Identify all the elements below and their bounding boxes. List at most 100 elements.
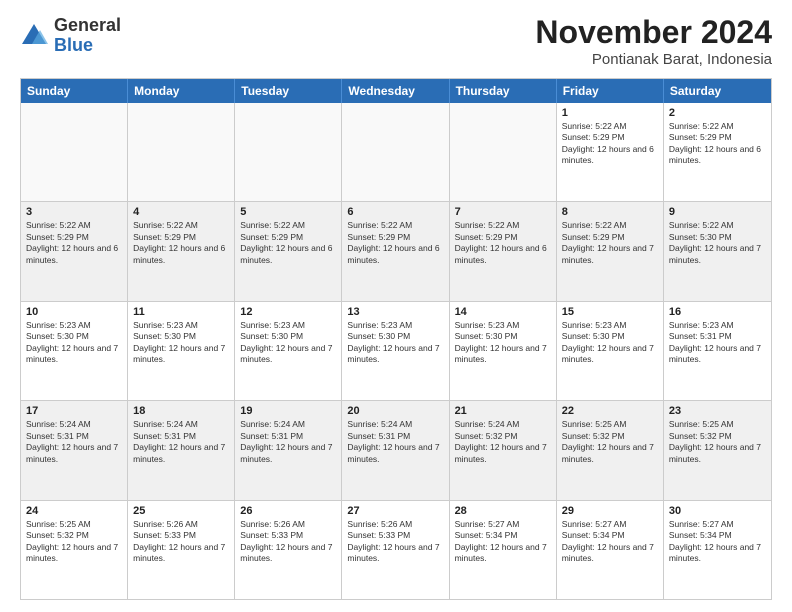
day-number: 22 xyxy=(562,405,658,417)
day-cell-19: 19 Sunrise: 5:24 AM Sunset: 5:31 PM Dayli… xyxy=(235,401,342,499)
day-cell-18: 18 Sunrise: 5:24 AM Sunset: 5:31 PM Dayli… xyxy=(128,401,235,499)
header-day-saturday: Saturday xyxy=(664,79,771,103)
day-info: Sunrise: 5:23 AM Sunset: 5:30 PM Dayligh… xyxy=(562,320,658,366)
day-number: 29 xyxy=(562,505,658,517)
day-number: 25 xyxy=(133,505,229,517)
day-info: Sunrise: 5:22 AM Sunset: 5:29 PM Dayligh… xyxy=(347,220,443,266)
day-info: Sunrise: 5:23 AM Sunset: 5:30 PM Dayligh… xyxy=(133,320,229,366)
day-cell-17: 17Sunrise: 5:24 AM Sunset: 5:31 PM Dayli… xyxy=(21,401,128,499)
day-info: Sunrise: 5:27 AM Sunset: 5:34 PM Dayligh… xyxy=(562,519,658,565)
calendar-row-1: 3 Sunrise: 5:22 AM Sunset: 5:29 PM Daylig… xyxy=(21,201,771,300)
day-cell-16: 16Sunrise: 5:23 AM Sunset: 5:31 PM Dayli… xyxy=(664,302,771,400)
day-number: 28 xyxy=(455,505,551,517)
day-number: 21 xyxy=(455,405,551,417)
month-title: November 2024 xyxy=(535,16,772,48)
day-cell-8: 8 Sunrise: 5:22 AM Sunset: 5:29 PM Daylig… xyxy=(557,202,664,300)
day-number: 2 xyxy=(669,107,766,119)
day-number: 19 xyxy=(240,405,336,417)
day-number: 11 xyxy=(133,306,229,318)
calendar-row-3: 17Sunrise: 5:24 AM Sunset: 5:31 PM Dayli… xyxy=(21,400,771,499)
day-info: Sunrise: 5:25 AM Sunset: 5:32 PM Dayligh… xyxy=(562,419,658,465)
day-info: Sunrise: 5:24 AM Sunset: 5:31 PM Dayligh… xyxy=(133,419,229,465)
day-number: 8 xyxy=(562,206,658,218)
day-cell-11: 11 Sunrise: 5:23 AM Sunset: 5:30 PM Dayli… xyxy=(128,302,235,400)
day-number: 27 xyxy=(347,505,443,517)
day-cell-26: 26 Sunrise: 5:26 AM Sunset: 5:33 PM Dayli… xyxy=(235,501,342,599)
header-day-monday: Monday xyxy=(128,79,235,103)
day-info: Sunrise: 5:23 AM Sunset: 5:30 PM Dayligh… xyxy=(455,320,551,366)
day-number: 4 xyxy=(133,206,229,218)
day-info: Sunrise: 5:25 AM Sunset: 5:32 PM Dayligh… xyxy=(26,519,122,565)
logo-icon xyxy=(20,22,48,50)
day-cell-14: 14 Sunrise: 5:23 AM Sunset: 5:30 PM Dayli… xyxy=(450,302,557,400)
day-number: 9 xyxy=(669,206,766,218)
day-info: Sunrise: 5:24 AM Sunset: 5:31 PM Dayligh… xyxy=(240,419,336,465)
day-info: Sunrise: 5:23 AM Sunset: 5:30 PM Dayligh… xyxy=(347,320,443,366)
day-info: Sunrise: 5:22 AM Sunset: 5:30 PM Dayligh… xyxy=(669,220,766,266)
day-cell-4: 4 Sunrise: 5:22 AM Sunset: 5:29 PM Daylig… xyxy=(128,202,235,300)
day-info: Sunrise: 5:27 AM Sunset: 5:34 PM Dayligh… xyxy=(669,519,766,565)
day-cell-15: 15 Sunrise: 5:23 AM Sunset: 5:30 PM Dayli… xyxy=(557,302,664,400)
day-cell-1: 1Sunrise: 5:22 AM Sunset: 5:29 PM Daylig… xyxy=(557,103,664,201)
header: General Blue November 2024 Pontianak Bar… xyxy=(20,16,772,68)
day-info: Sunrise: 5:27 AM Sunset: 5:34 PM Dayligh… xyxy=(455,519,551,565)
day-cell-3: 3 Sunrise: 5:22 AM Sunset: 5:29 PM Daylig… xyxy=(21,202,128,300)
empty-cell xyxy=(342,103,449,201)
logo-text: General Blue xyxy=(54,16,121,56)
calendar-body: 1Sunrise: 5:22 AM Sunset: 5:29 PM Daylig… xyxy=(21,103,771,599)
day-info: Sunrise: 5:22 AM Sunset: 5:29 PM Dayligh… xyxy=(455,220,551,266)
day-info: Sunrise: 5:22 AM Sunset: 5:29 PM Dayligh… xyxy=(562,121,658,167)
header-day-tuesday: Tuesday xyxy=(235,79,342,103)
day-cell-21: 21 Sunrise: 5:24 AM Sunset: 5:32 PM Dayli… xyxy=(450,401,557,499)
day-number: 15 xyxy=(562,306,658,318)
day-info: Sunrise: 5:22 AM Sunset: 5:29 PM Dayligh… xyxy=(562,220,658,266)
day-number: 7 xyxy=(455,206,551,218)
empty-cell xyxy=(21,103,128,201)
day-info: Sunrise: 5:23 AM Sunset: 5:30 PM Dayligh… xyxy=(26,320,122,366)
day-info: Sunrise: 5:22 AM Sunset: 5:29 PM Dayligh… xyxy=(240,220,336,266)
day-info: Sunrise: 5:25 AM Sunset: 5:32 PM Dayligh… xyxy=(669,419,766,465)
header-day-thursday: Thursday xyxy=(450,79,557,103)
day-cell-28: 28 Sunrise: 5:27 AM Sunset: 5:34 PM Dayli… xyxy=(450,501,557,599)
day-info: Sunrise: 5:23 AM Sunset: 5:30 PM Dayligh… xyxy=(240,320,336,366)
day-cell-20: 20Sunrise: 5:24 AM Sunset: 5:31 PM Dayli… xyxy=(342,401,449,499)
day-cell-2: 2 Sunrise: 5:22 AM Sunset: 5:29 PM Daylig… xyxy=(664,103,771,201)
logo-blue: Blue xyxy=(54,35,93,55)
day-number: 3 xyxy=(26,206,122,218)
day-info: Sunrise: 5:24 AM Sunset: 5:31 PM Dayligh… xyxy=(26,419,122,465)
title-block: November 2024 Pontianak Barat, Indonesia xyxy=(535,16,772,68)
day-cell-12: 12 Sunrise: 5:23 AM Sunset: 5:30 PM Dayli… xyxy=(235,302,342,400)
day-info: Sunrise: 5:24 AM Sunset: 5:31 PM Dayligh… xyxy=(347,419,443,465)
day-number: 12 xyxy=(240,306,336,318)
day-cell-22: 22 Sunrise: 5:25 AM Sunset: 5:32 PM Dayli… xyxy=(557,401,664,499)
day-info: Sunrise: 5:22 AM Sunset: 5:29 PM Dayligh… xyxy=(26,220,122,266)
day-info: Sunrise: 5:24 AM Sunset: 5:32 PM Dayligh… xyxy=(455,419,551,465)
page: General Blue November 2024 Pontianak Bar… xyxy=(0,0,792,612)
day-number: 14 xyxy=(455,306,551,318)
day-info: Sunrise: 5:22 AM Sunset: 5:29 PM Dayligh… xyxy=(133,220,229,266)
day-number: 18 xyxy=(133,405,229,417)
header-day-wednesday: Wednesday xyxy=(342,79,449,103)
day-cell-7: 7 Sunrise: 5:22 AM Sunset: 5:29 PM Daylig… xyxy=(450,202,557,300)
day-number: 23 xyxy=(669,405,766,417)
day-number: 6 xyxy=(347,206,443,218)
day-number: 13 xyxy=(347,306,443,318)
day-info: Sunrise: 5:26 AM Sunset: 5:33 PM Dayligh… xyxy=(240,519,336,565)
day-cell-5: 5Sunrise: 5:22 AM Sunset: 5:29 PM Daylig… xyxy=(235,202,342,300)
day-cell-23: 23 Sunrise: 5:25 AM Sunset: 5:32 PM Dayli… xyxy=(664,401,771,499)
calendar-row-0: 1Sunrise: 5:22 AM Sunset: 5:29 PM Daylig… xyxy=(21,103,771,201)
day-number: 26 xyxy=(240,505,336,517)
day-cell-10: 10Sunrise: 5:23 AM Sunset: 5:30 PM Dayli… xyxy=(21,302,128,400)
day-number: 16 xyxy=(669,306,766,318)
day-cell-29: 29 Sunrise: 5:27 AM Sunset: 5:34 PM Dayli… xyxy=(557,501,664,599)
header-day-sunday: Sunday xyxy=(21,79,128,103)
day-info: Sunrise: 5:26 AM Sunset: 5:33 PM Dayligh… xyxy=(133,519,229,565)
day-cell-24: 24 Sunrise: 5:25 AM Sunset: 5:32 PM Dayli… xyxy=(21,501,128,599)
calendar-row-2: 10Sunrise: 5:23 AM Sunset: 5:30 PM Dayli… xyxy=(21,301,771,400)
day-number: 24 xyxy=(26,505,122,517)
empty-cell xyxy=(450,103,557,201)
day-cell-13: 13 Sunrise: 5:23 AM Sunset: 5:30 PM Dayli… xyxy=(342,302,449,400)
day-info: Sunrise: 5:22 AM Sunset: 5:29 PM Dayligh… xyxy=(669,121,766,167)
day-cell-6: 6 Sunrise: 5:22 AM Sunset: 5:29 PM Daylig… xyxy=(342,202,449,300)
calendar-header: SundayMondayTuesdayWednesdayThursdayFrid… xyxy=(21,79,771,103)
